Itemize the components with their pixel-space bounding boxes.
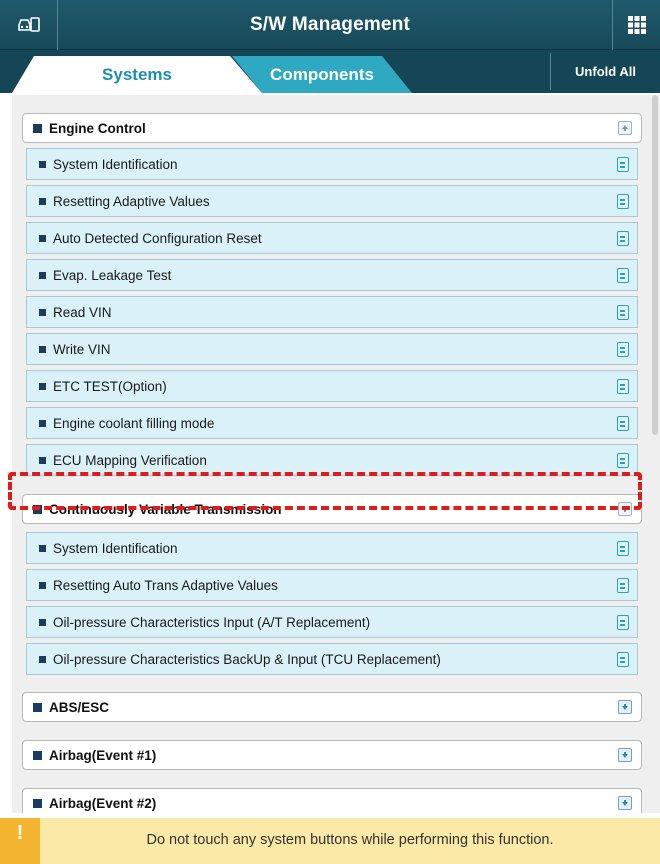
bullet-icon bbox=[33, 123, 42, 133]
list-item[interactable]: Read VIN bbox=[26, 296, 638, 328]
expand-icon[interactable] bbox=[618, 748, 632, 762]
document-icon bbox=[617, 157, 629, 172]
document-icon bbox=[617, 541, 629, 556]
group-title: Engine Control bbox=[49, 120, 146, 136]
list-item[interactable]: System Identification bbox=[26, 532, 638, 564]
warning-icon: ! bbox=[0, 818, 40, 864]
item-label: Oil-pressure Characteristics Input (A/T … bbox=[53, 614, 371, 630]
bullet-icon bbox=[33, 750, 42, 760]
item-label: Oil-pressure Characteristics BackUp & In… bbox=[53, 651, 441, 667]
bullet-icon bbox=[39, 382, 46, 390]
bullet-icon bbox=[39, 234, 46, 242]
collapse-icon[interactable] bbox=[618, 121, 632, 135]
grid-menu-icon bbox=[627, 16, 646, 34]
unfold-all-button[interactable]: Unfold All bbox=[550, 53, 660, 90]
document-icon bbox=[617, 268, 629, 283]
tab-systems[interactable]: Systems bbox=[12, 56, 262, 93]
collapse-icon[interactable] bbox=[618, 502, 632, 516]
list-item[interactable]: Write VIN bbox=[26, 333, 638, 365]
list-item[interactable]: Resetting Auto Trans Adaptive Values bbox=[26, 569, 638, 601]
tab-components[interactable]: Components bbox=[232, 56, 412, 93]
item-label: Engine coolant filling mode bbox=[53, 415, 215, 431]
document-icon bbox=[617, 416, 629, 431]
group-title: Airbag(Event #2) bbox=[49, 795, 157, 811]
bullet-icon bbox=[33, 702, 42, 712]
warning-text: Do not touch any system buttons while pe… bbox=[146, 832, 554, 848]
group-title: ABS/ESC bbox=[49, 699, 110, 715]
item-label: Resetting Auto Trans Adaptive Values bbox=[53, 577, 278, 593]
document-icon bbox=[617, 652, 629, 667]
bullet-icon bbox=[39, 419, 46, 427]
group-title: Airbag(Event #1) bbox=[49, 747, 157, 763]
bullet-icon bbox=[33, 504, 42, 514]
item-label: System Identification bbox=[53, 540, 178, 556]
document-icon bbox=[617, 231, 629, 246]
item-label: Write VIN bbox=[53, 341, 111, 357]
list-item[interactable]: Engine coolant filling mode bbox=[26, 407, 638, 439]
bullet-icon bbox=[39, 345, 46, 353]
bullet-icon bbox=[39, 197, 46, 205]
document-icon bbox=[617, 578, 629, 593]
bullet-icon bbox=[39, 618, 46, 626]
list-item[interactable]: ECU Mapping Verification bbox=[26, 444, 638, 476]
bullet-icon bbox=[39, 308, 46, 316]
item-label: Resetting Adaptive Values bbox=[53, 193, 210, 209]
bullet-icon bbox=[33, 798, 42, 808]
tab-bar: Components Systems Unfold All bbox=[0, 50, 660, 93]
list-item[interactable]: Auto Detected Configuration Reset bbox=[26, 222, 638, 254]
expand-icon[interactable] bbox=[618, 796, 632, 810]
bullet-icon bbox=[39, 544, 46, 552]
list-item[interactable]: ETC TEST(Option) bbox=[26, 370, 638, 402]
document-icon bbox=[617, 194, 629, 209]
list-item[interactable]: Oil-pressure Characteristics Input (A/T … bbox=[26, 606, 638, 638]
item-label: Evap. Leakage Test bbox=[53, 267, 172, 283]
item-label: Auto Detected Configuration Reset bbox=[53, 230, 262, 246]
title-bar: S/W Management bbox=[0, 0, 660, 50]
bullet-icon bbox=[39, 581, 46, 589]
item-label: ETC TEST(Option) bbox=[53, 378, 167, 394]
bullet-icon bbox=[39, 655, 46, 663]
document-icon bbox=[617, 305, 629, 320]
system-list: Engine Control System Identification Res… bbox=[12, 95, 660, 813]
document-icon bbox=[617, 615, 629, 630]
bullet-icon bbox=[39, 271, 46, 279]
warning-banner: ! Do not touch any system buttons while … bbox=[0, 818, 660, 864]
group-header-airbag-event-1[interactable]: Airbag(Event #1) bbox=[22, 740, 642, 770]
bullet-icon bbox=[39, 160, 46, 168]
group-header-engine-control[interactable]: Engine Control bbox=[22, 113, 642, 143]
page-title: S/W Management bbox=[249, 13, 411, 35]
bullet-icon bbox=[39, 456, 46, 464]
item-label: System Identification bbox=[53, 156, 178, 172]
item-label: ECU Mapping Verification bbox=[53, 452, 207, 468]
document-icon bbox=[617, 453, 629, 468]
grid-menu-button[interactable] bbox=[612, 0, 660, 50]
vehicle-screen-button[interactable] bbox=[0, 0, 58, 50]
scrollbar[interactable] bbox=[652, 95, 658, 435]
list-item[interactable]: System Identification bbox=[26, 148, 638, 180]
group-header-cvt[interactable]: Continuously Variable Transmission bbox=[22, 494, 642, 524]
item-label: Read VIN bbox=[53, 304, 112, 320]
document-icon bbox=[617, 379, 629, 394]
list-item[interactable]: Resetting Adaptive Values bbox=[26, 185, 638, 217]
list-item[interactable]: Oil-pressure Characteristics BackUp & In… bbox=[26, 643, 638, 675]
group-header-abs-esc[interactable]: ABS/ESC bbox=[22, 692, 642, 722]
group-title: Continuously Variable Transmission bbox=[49, 501, 282, 517]
vehicle-screen-icon bbox=[17, 17, 40, 32]
group-header-airbag-event-2[interactable]: Airbag(Event #2) bbox=[22, 788, 642, 813]
expand-icon[interactable] bbox=[618, 700, 632, 714]
document-icon bbox=[617, 342, 629, 357]
list-item[interactable]: Evap. Leakage Test bbox=[26, 259, 638, 291]
